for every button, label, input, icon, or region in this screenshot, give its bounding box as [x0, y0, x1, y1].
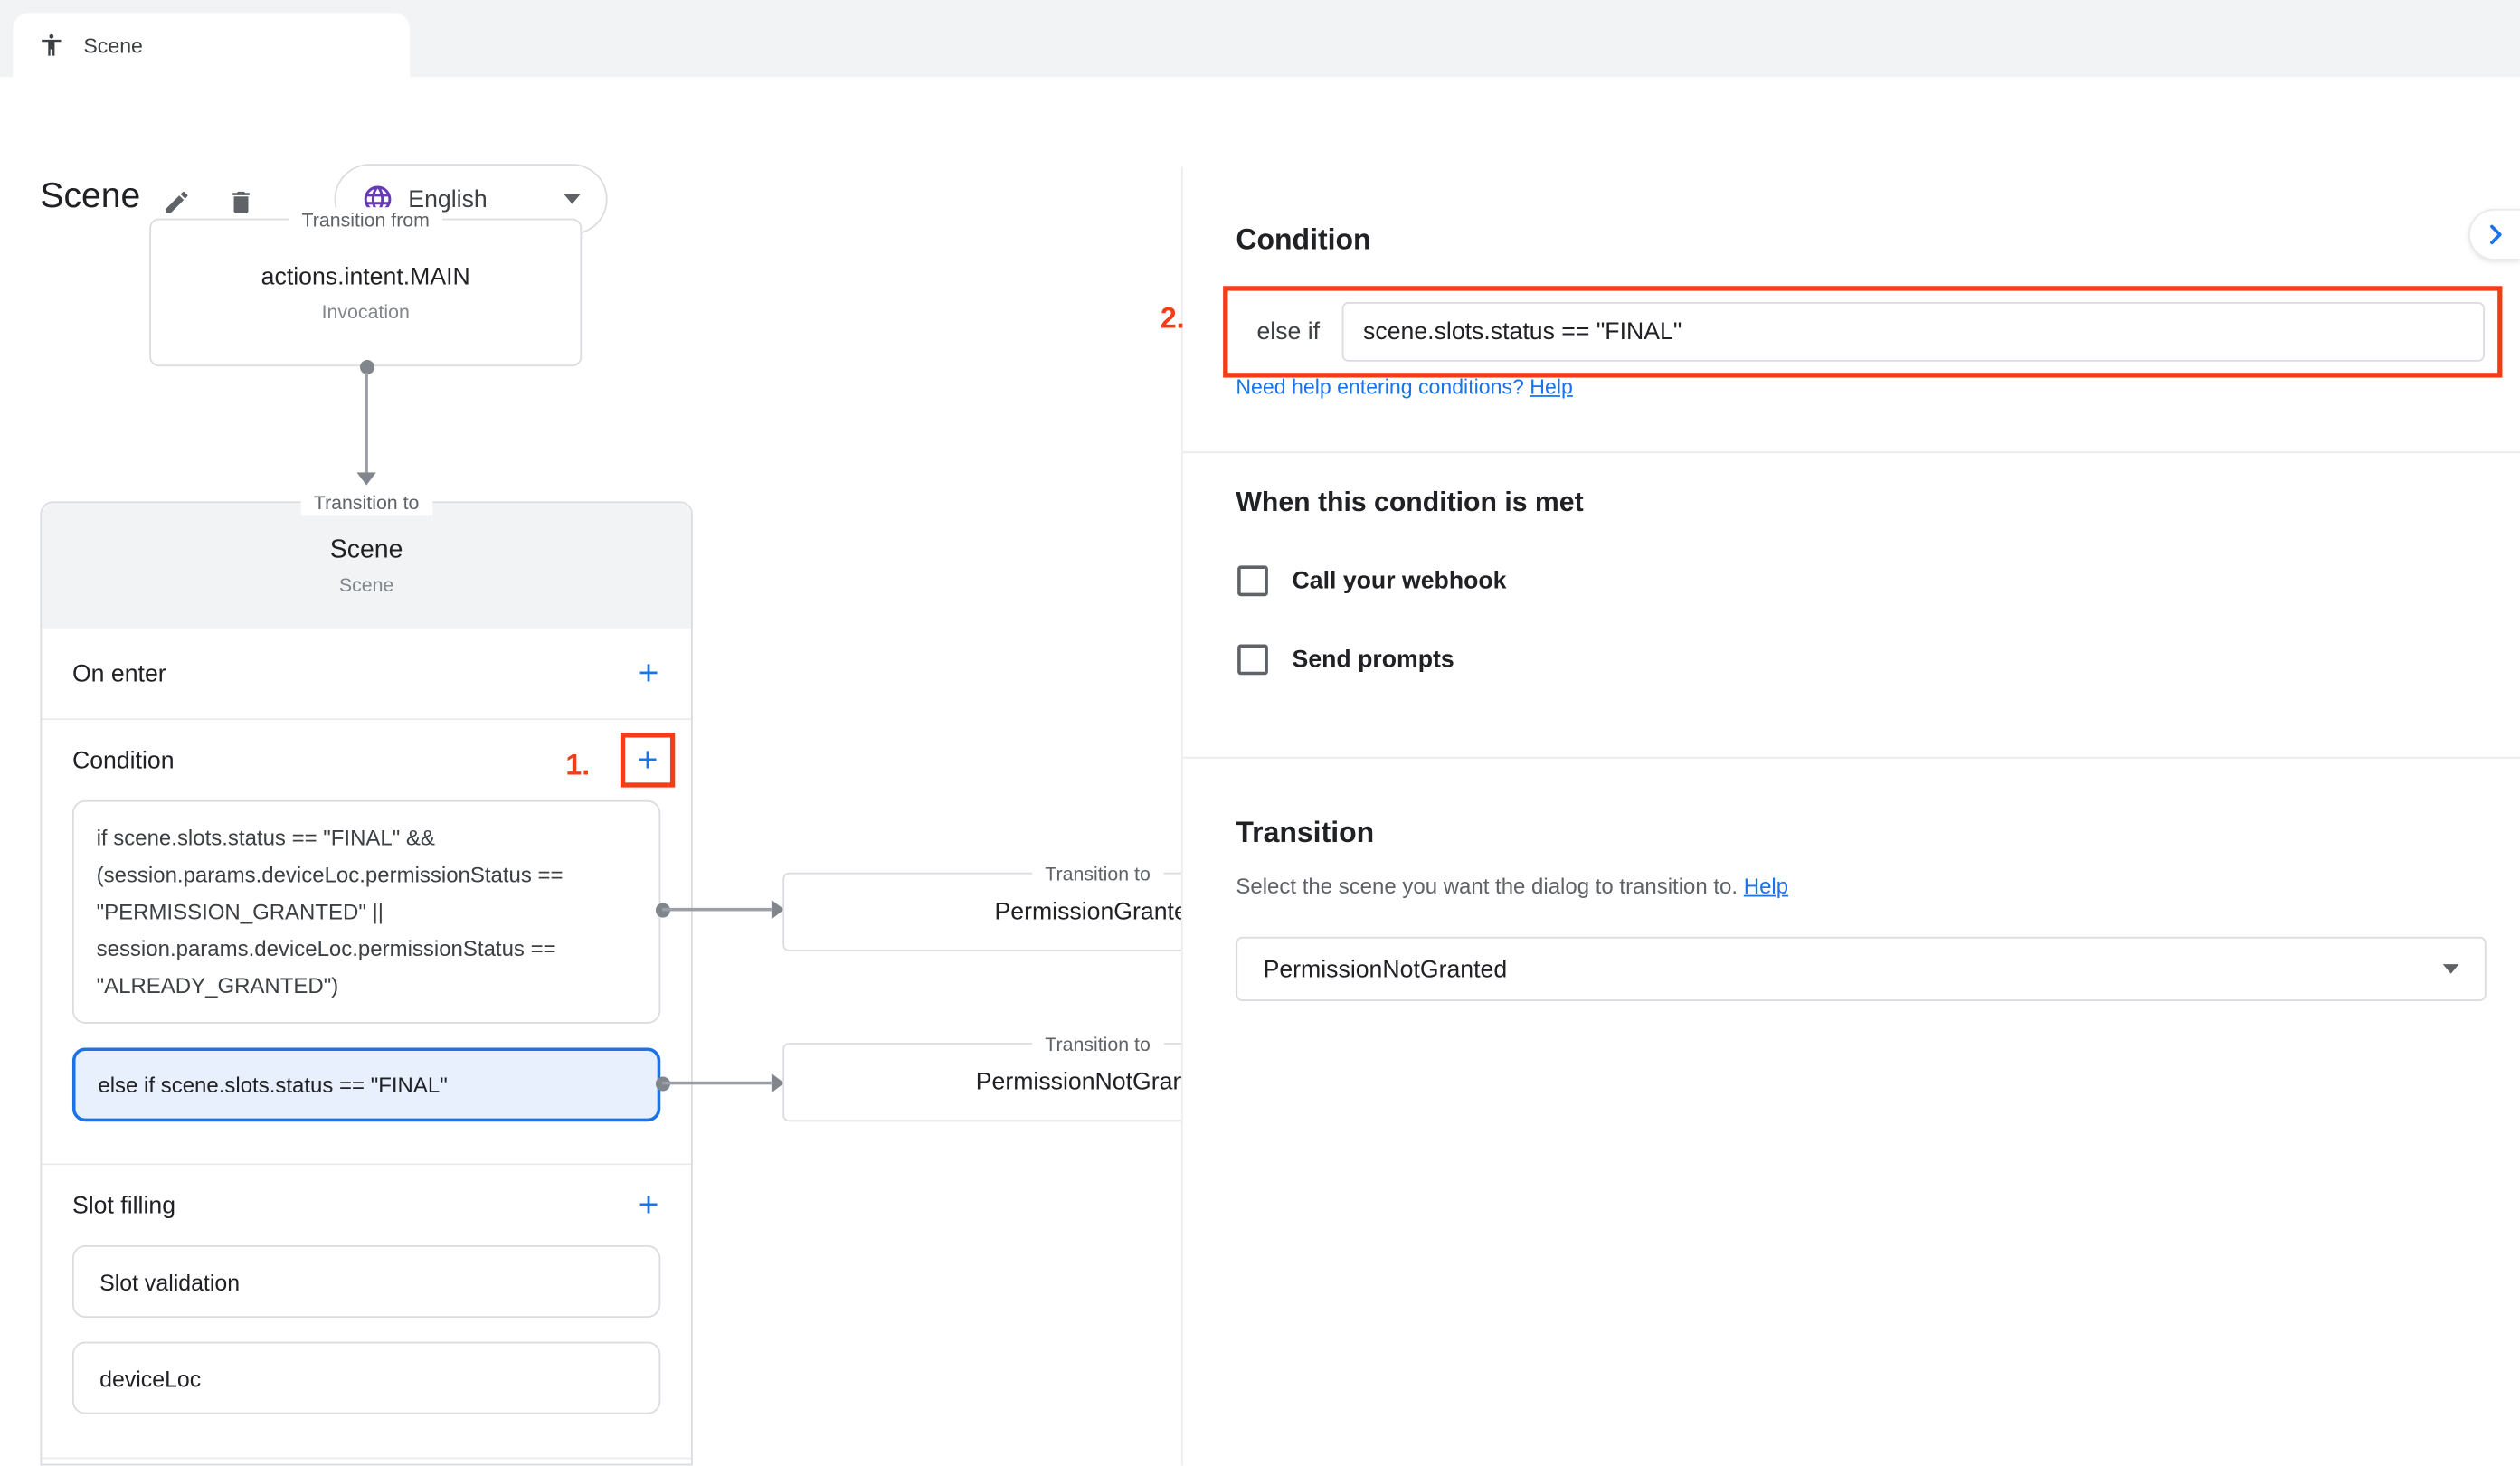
condition-help-text: Need help entering conditions? — [1236, 374, 1523, 399]
slot-filling-row: Slot filling + — [42, 1165, 691, 1245]
checkbox-icon[interactable] — [1237, 644, 1268, 675]
condition-item-2-selected[interactable]: else if scene.slots.status == "FINAL" — [72, 1047, 660, 1121]
send-prompts-option[interactable]: Send prompts — [1237, 644, 1454, 675]
person-icon — [39, 33, 64, 58]
add-condition-button[interactable]: + — [638, 742, 658, 778]
checkbox-icon[interactable] — [1237, 565, 1268, 596]
send-prompts-label: Send prompts — [1293, 646, 1454, 673]
actions-console-scene-editor: Scene Scene English Cancel Save Transiti… — [0, 0, 2520, 1465]
target-name: PermissionGranted — [994, 898, 1200, 925]
add-on-enter-button[interactable]: + — [639, 656, 659, 691]
on-enter-label: On enter — [72, 659, 166, 686]
condition-section-label: Condition — [72, 746, 175, 773]
tab-bar: Scene — [0, 0, 2520, 77]
chevron-right-icon — [2479, 219, 2512, 251]
divider — [1183, 451, 2520, 453]
scene-card-subtitle: Scene — [339, 572, 393, 595]
annotation-step-1: 1. — [565, 749, 590, 782]
annotation-highlight-box-2: else if — [1223, 286, 2502, 377]
transition-help-link[interactable]: Help — [1744, 875, 1788, 899]
slot-item-deviceloc[interactable]: deviceLoc — [72, 1342, 660, 1414]
condition-item-1[interactable]: if scene.slots.status == "FINAL" && (ses… — [72, 800, 660, 1024]
scene-card: Transition to Scene Scene On enter + Con… — [40, 501, 692, 1465]
divider — [42, 1458, 691, 1460]
transition-scene-value: PermissionNotGranted — [1264, 955, 1508, 982]
condition-detail-panel: Condition else if Need help entering con… — [1181, 167, 2520, 1466]
app-header: Scene English Cancel Save — [0, 77, 2520, 167]
condition-help-link[interactable]: Help — [1530, 374, 1573, 399]
transition-heading: Transition — [1236, 817, 1374, 850]
transition-description-text: Select the scene you want the dialog to … — [1236, 875, 1738, 899]
target-legend: Transition to — [1032, 1032, 1163, 1057]
annotation-step-2: 2. — [1161, 302, 1185, 336]
connector-line — [662, 908, 772, 912]
chevron-down-icon — [564, 194, 581, 204]
divider — [1183, 757, 2520, 759]
transition-description: Select the scene you want the dialog to … — [1236, 875, 1788, 899]
dropdown-caret-icon — [2443, 964, 2459, 974]
scene-card-header[interactable]: Scene Scene — [42, 503, 691, 629]
scene-card-legend: Transition to — [301, 490, 432, 515]
call-webhook-label: Call your webhook — [1293, 567, 1507, 594]
annotation-highlight-box-1: + — [621, 733, 675, 787]
collapse-panel-button[interactable] — [2468, 209, 2520, 260]
slot-filling-label: Slot filling — [72, 1191, 175, 1218]
transition-from-node[interactable]: Transition from actions.intent.MAIN Invo… — [149, 219, 582, 366]
scale-wrapper: Scene Scene English Cancel Save Transiti… — [0, 0, 2520, 1465]
condition-keyword[interactable]: else if — [1256, 318, 1320, 345]
call-webhook-option[interactable]: Call your webhook — [1237, 565, 1506, 596]
scene-card-title: Scene — [330, 536, 403, 565]
transition-scene-select[interactable]: PermissionNotGranted — [1236, 937, 2486, 1001]
pencil-icon — [162, 188, 191, 217]
on-enter-row: On enter + — [42, 629, 691, 719]
delete-scene-button[interactable] — [222, 184, 261, 222]
condition-help-line: Need help entering conditions? Help — [1236, 374, 1572, 399]
panel-condition-heading: Condition — [1236, 223, 1370, 257]
transition-from-legend: Transition from — [289, 207, 442, 232]
intent-name: actions.intent.MAIN — [261, 263, 470, 290]
target-legend: Transition to — [1032, 861, 1163, 886]
slot-item-validation[interactable]: Slot validation — [72, 1245, 660, 1318]
arrow-down-icon — [356, 472, 375, 485]
condition-expression-input[interactable] — [1342, 302, 2485, 362]
intent-subtitle: Invocation — [322, 299, 410, 322]
connector-line — [662, 1082, 772, 1085]
tab-label: Scene — [83, 33, 143, 57]
edit-scene-button[interactable] — [157, 184, 196, 222]
when-met-heading: When this condition is met — [1236, 487, 1583, 519]
add-slot-button[interactable]: + — [639, 1187, 659, 1223]
tab-scene[interactable]: Scene — [13, 13, 410, 77]
condition-section-row: Condition + — [42, 720, 691, 800]
page-title: Scene — [40, 175, 140, 217]
connector-line — [365, 373, 368, 472]
trash-icon — [227, 188, 256, 217]
